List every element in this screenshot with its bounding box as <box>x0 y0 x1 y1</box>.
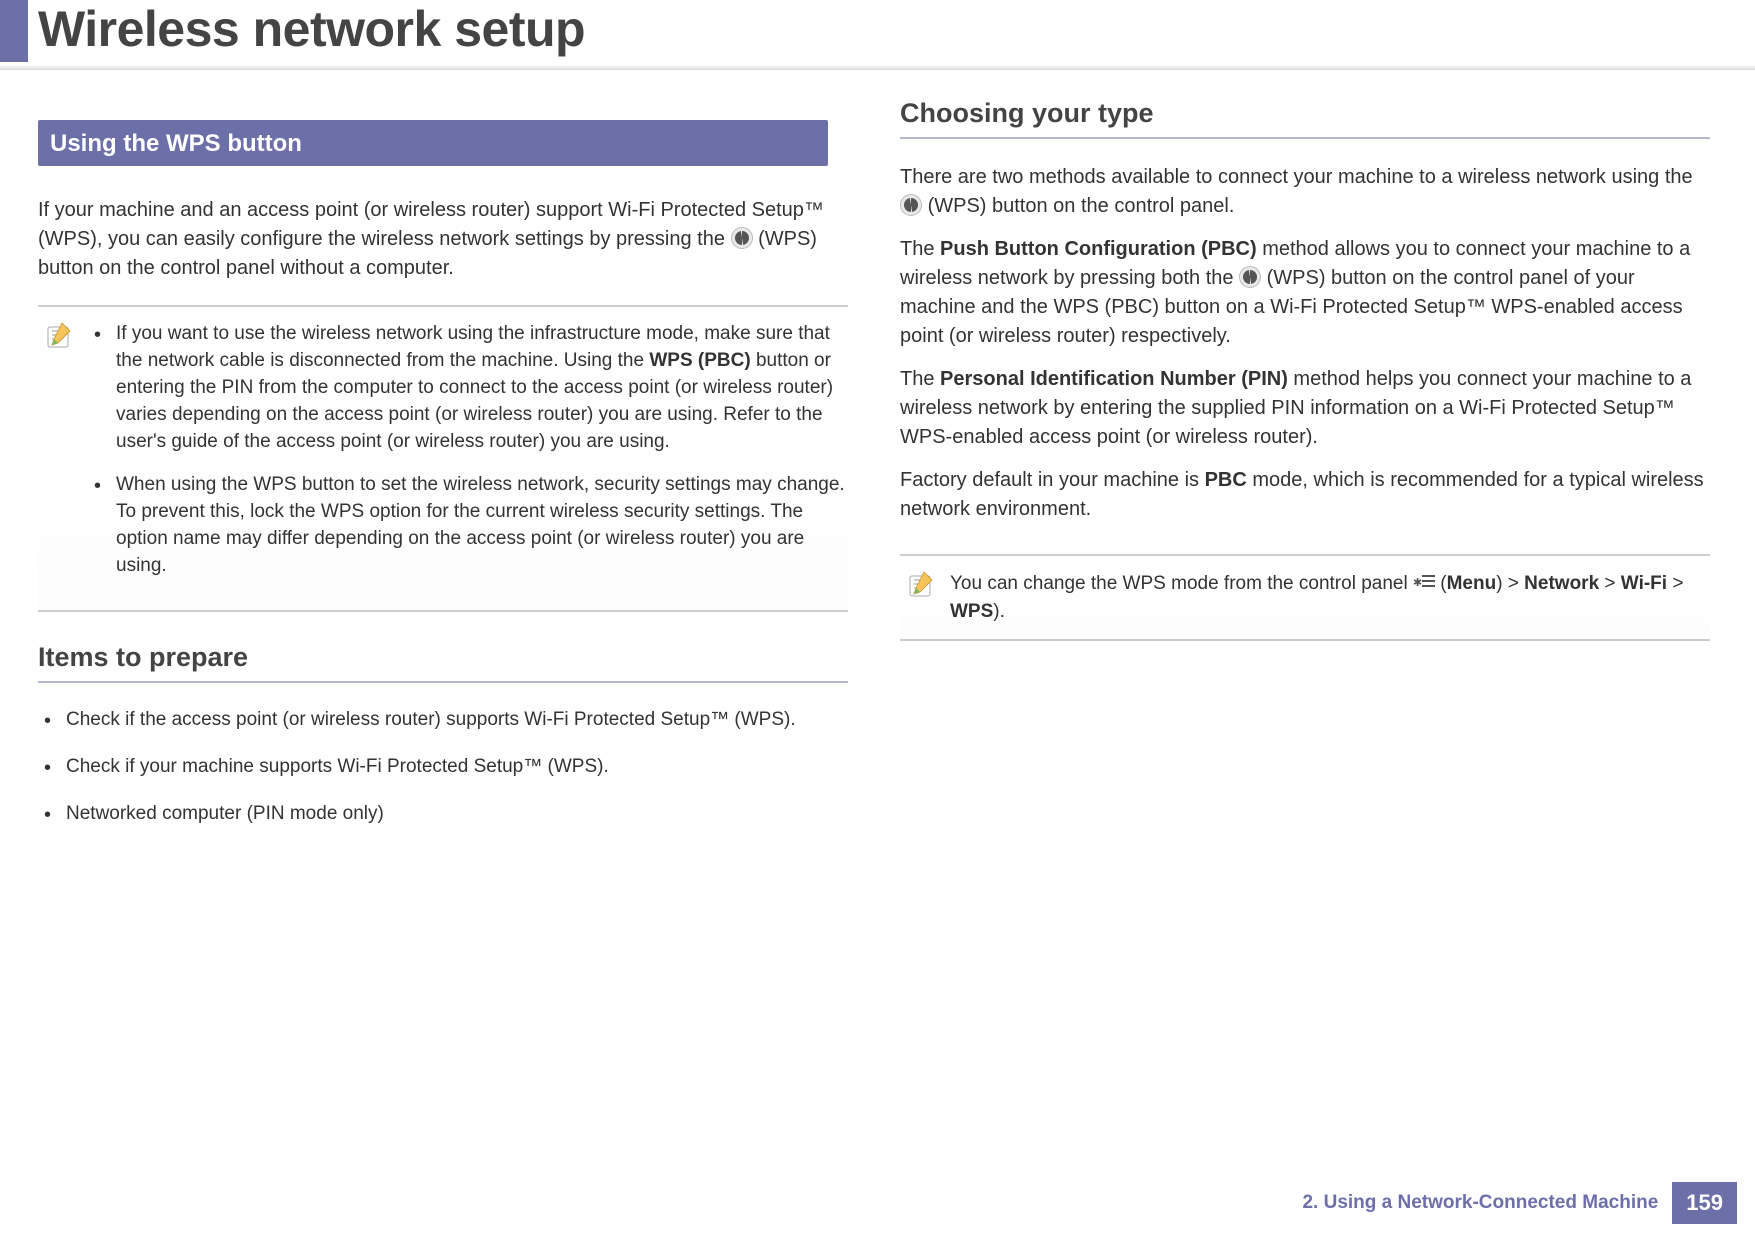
choose-intro-paragraph: There are two methods available to conne… <box>900 163 1710 221</box>
default-a: Factory default in your machine is <box>900 469 1205 491</box>
prepare-list: Check if the access point (or wireless r… <box>38 707 848 828</box>
prepare-item-2: Check if your machine supports Wi-Fi Pro… <box>66 754 848 781</box>
note-pencil-icon <box>44 321 74 351</box>
pbc-paragraph: The Push Button Configuration (PBC) meth… <box>900 235 1710 351</box>
page-footer: 2. Using a Network-Connected Machine 159 <box>1302 1182 1737 1224</box>
note-bullet-list: If you want to use the wireless network … <box>88 321 848 580</box>
intro-paragraph: If your machine and an access point (or … <box>38 196 848 283</box>
subheading-choosing-type: Choosing your type <box>900 98 1710 139</box>
page-header: Wireless network setup <box>0 0 1755 62</box>
wps-icon <box>731 227 753 249</box>
footer-chapter-label: 2. Using a Network-Connected Machine <box>1302 1192 1672 1214</box>
note-bullet-1: If you want to use the wireless network … <box>116 321 848 456</box>
note-bullet-2: When using the WPS button to set the wir… <box>116 472 848 580</box>
intro-text-a: If your machine and an access point (or … <box>38 199 824 250</box>
wps-icon <box>1239 266 1261 288</box>
choose-intro-a: There are two methods available to conne… <box>900 166 1693 188</box>
footer-page-number: 159 <box>1672 1182 1737 1224</box>
pin-bold: Personal Identification Number (PIN) <box>940 368 1288 390</box>
note1-bold: WPS (PBC) <box>649 350 750 371</box>
note-menu-bold: Menu <box>1447 573 1497 594</box>
note-right-a: You can change the WPS mode from the con… <box>950 573 1413 594</box>
page-title: Wireless network setup <box>38 0 585 58</box>
default-mode-paragraph: Factory default in your machine is PBC m… <box>900 466 1710 524</box>
note-pencil-icon <box>906 570 936 600</box>
prepare-item-1: Check if the access point (or wireless r… <box>66 707 848 734</box>
pbc-bold: Push Button Configuration (PBC) <box>940 238 1257 260</box>
sep1: > <box>1503 573 1525 594</box>
sep3: > <box>1667 573 1683 594</box>
note-net-bold: Network <box>1524 573 1599 594</box>
pin-a: The <box>900 368 940 390</box>
wps-icon <box>900 194 922 216</box>
sep2: > <box>1599 573 1621 594</box>
note-wps-bold: WPS <box>950 601 993 622</box>
prepare-item-3: Networked computer (PIN mode only) <box>66 801 848 828</box>
subheading-items-to-prepare: Items to prepare <box>38 642 848 683</box>
right-column: Choosing your type There are two methods… <box>900 98 1710 671</box>
default-bold: PBC <box>1205 469 1247 491</box>
menu-icon <box>1413 573 1435 591</box>
note-wifi-bold: Wi-Fi <box>1621 573 1667 594</box>
pin-paragraph: The Personal Identification Number (PIN)… <box>900 365 1710 452</box>
note-end: ). <box>993 601 1005 622</box>
header-divider <box>0 66 1755 70</box>
left-column: Using the WPS button If your machine and… <box>38 120 848 848</box>
header-accent-tab <box>0 0 28 62</box>
note-right-text: You can change the WPS mode from the con… <box>950 570 1710 625</box>
note-box-right: You can change the WPS mode from the con… <box>900 554 1710 641</box>
pbc-a: The <box>900 238 940 260</box>
section-heading-wps-button: Using the WPS button <box>38 120 828 166</box>
note-box-left: If you want to use the wireless network … <box>38 305 848 612</box>
choose-intro-b: (WPS) button on the control panel. <box>928 195 1235 217</box>
